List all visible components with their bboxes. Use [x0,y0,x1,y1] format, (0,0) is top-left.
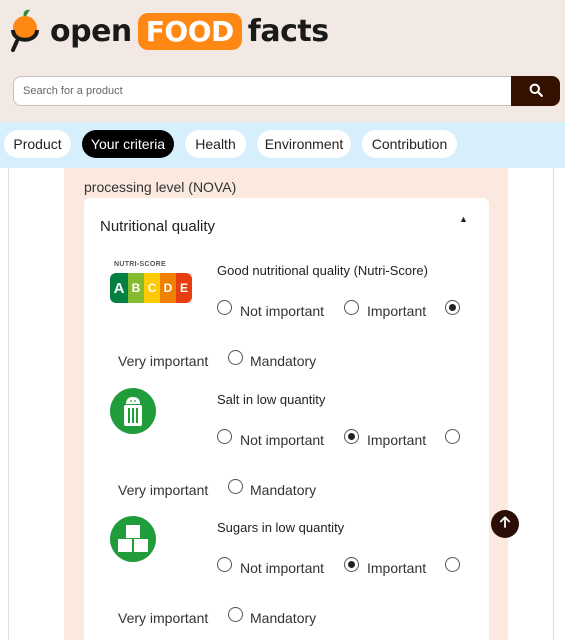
option-label-very-important[interactable]: Very important [118,482,208,498]
arrow-up-icon [498,515,512,534]
radio-nutri-not-important[interactable] [217,300,232,315]
option-label-mandatory[interactable]: Mandatory [250,482,316,498]
option-label-not-important[interactable]: Not important [240,303,324,319]
logo-word-food: FOOD [137,12,242,50]
radio-salt-not-important[interactable] [217,429,232,444]
radio-nutri-mandatory[interactable] [228,350,243,365]
open-food-facts-logo[interactable]: open FOOD facts [8,6,329,56]
salt-shaker-icon [110,388,156,434]
logo-wordmark: open FOOD facts [50,12,329,50]
criterion-title-salt: Salt in low quantity [217,392,326,407]
nutri-score-scale: A B C D E [110,273,192,303]
divider [553,168,554,640]
radio-salt-mandatory[interactable] [228,479,243,494]
sugar-cubes-icon [110,516,156,562]
radio-sugars-mandatory[interactable] [228,607,243,622]
criterion-title-nutri-score: Good nutritional quality (Nutri-Score) [217,263,428,278]
nutri-grade-e: E [176,273,192,303]
radio-sugars-not-important[interactable] [217,557,232,572]
tab-environment[interactable]: Environment [257,130,351,158]
search-input[interactable] [13,76,511,106]
nutri-grade-a: A [110,273,128,303]
option-label-very-important[interactable]: Very important [118,610,208,626]
tab-bar: Product Your criteria Health Environment… [0,122,565,168]
nutri-grade-b: B [128,273,144,303]
search-icon [529,83,543,100]
option-label-mandatory[interactable]: Mandatory [250,353,316,369]
nutri-grade-d: D [160,273,176,303]
tab-health[interactable]: Health [185,130,246,158]
radio-salt-very-important[interactable] [445,429,460,444]
radio-salt-important[interactable] [344,429,359,444]
option-label-not-important[interactable]: Not important [240,560,324,576]
scroll-to-top-button[interactable] [491,510,519,538]
logo-word-facts: facts [247,13,329,49]
tab-contribution[interactable]: Contribution [362,130,457,158]
option-label-important[interactable]: Important [367,432,426,448]
option-label-not-important[interactable]: Not important [240,432,324,448]
nutri-score-icon: NUTRI-SCORE A B C D E [110,261,194,306]
option-label-mandatory[interactable]: Mandatory [250,610,316,626]
search-button[interactable] [511,76,560,106]
logo-word-open: open [50,13,132,49]
caret-up-icon[interactable]: ▲ [459,214,468,224]
radio-sugars-very-important[interactable] [445,557,460,572]
previous-criterion-label: processing level (NOVA) [84,179,237,195]
search-bar [13,76,560,106]
logo-orange-icon [8,8,42,54]
tab-product[interactable]: Product [4,130,71,158]
tab-your-criteria[interactable]: Your criteria [82,130,174,158]
radio-sugars-important[interactable] [344,557,359,572]
nutri-score-label: NUTRI-SCORE [114,261,166,268]
radio-nutri-very-important[interactable] [445,300,460,315]
option-label-very-important[interactable]: Very important [118,353,208,369]
nutri-grade-c: C [144,273,160,303]
option-label-important[interactable]: Important [367,560,426,576]
header: open FOOD facts [0,0,565,122]
section-title[interactable]: Nutritional quality [100,218,215,235]
criterion-title-sugars: Sugars in low quantity [217,520,345,535]
radio-nutri-important[interactable] [344,300,359,315]
divider [8,168,9,640]
option-label-important[interactable]: Important [367,303,426,319]
